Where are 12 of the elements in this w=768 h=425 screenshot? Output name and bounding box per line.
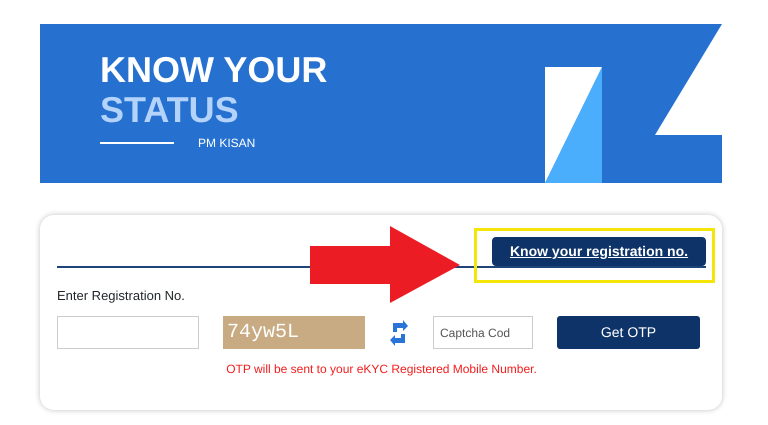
banner-subtitle: PM KISAN <box>198 135 256 152</box>
captcha-input-field[interactable]: Captcha Cod <box>433 316 533 349</box>
registration-input-field[interactable] <box>57 316 199 349</box>
banner-highlight-title: STATUS <box>100 90 239 130</box>
field-label: Enter Registration No. <box>57 287 185 305</box>
registration-lookup-button[interactable]: Know your registration no. <box>492 237 706 266</box>
otp-note: OTP will be sent to your eKYC Registered Mobile Number. <box>226 362 537 376</box>
get-otp-button[interactable]: Get OTP <box>557 316 700 349</box>
banner-title: KNOW YOUR <box>100 50 328 90</box>
refresh-icon[interactable] <box>389 320 409 346</box>
arrow-icon <box>310 226 462 304</box>
captcha-image: 74yw5L <box>223 316 365 349</box>
